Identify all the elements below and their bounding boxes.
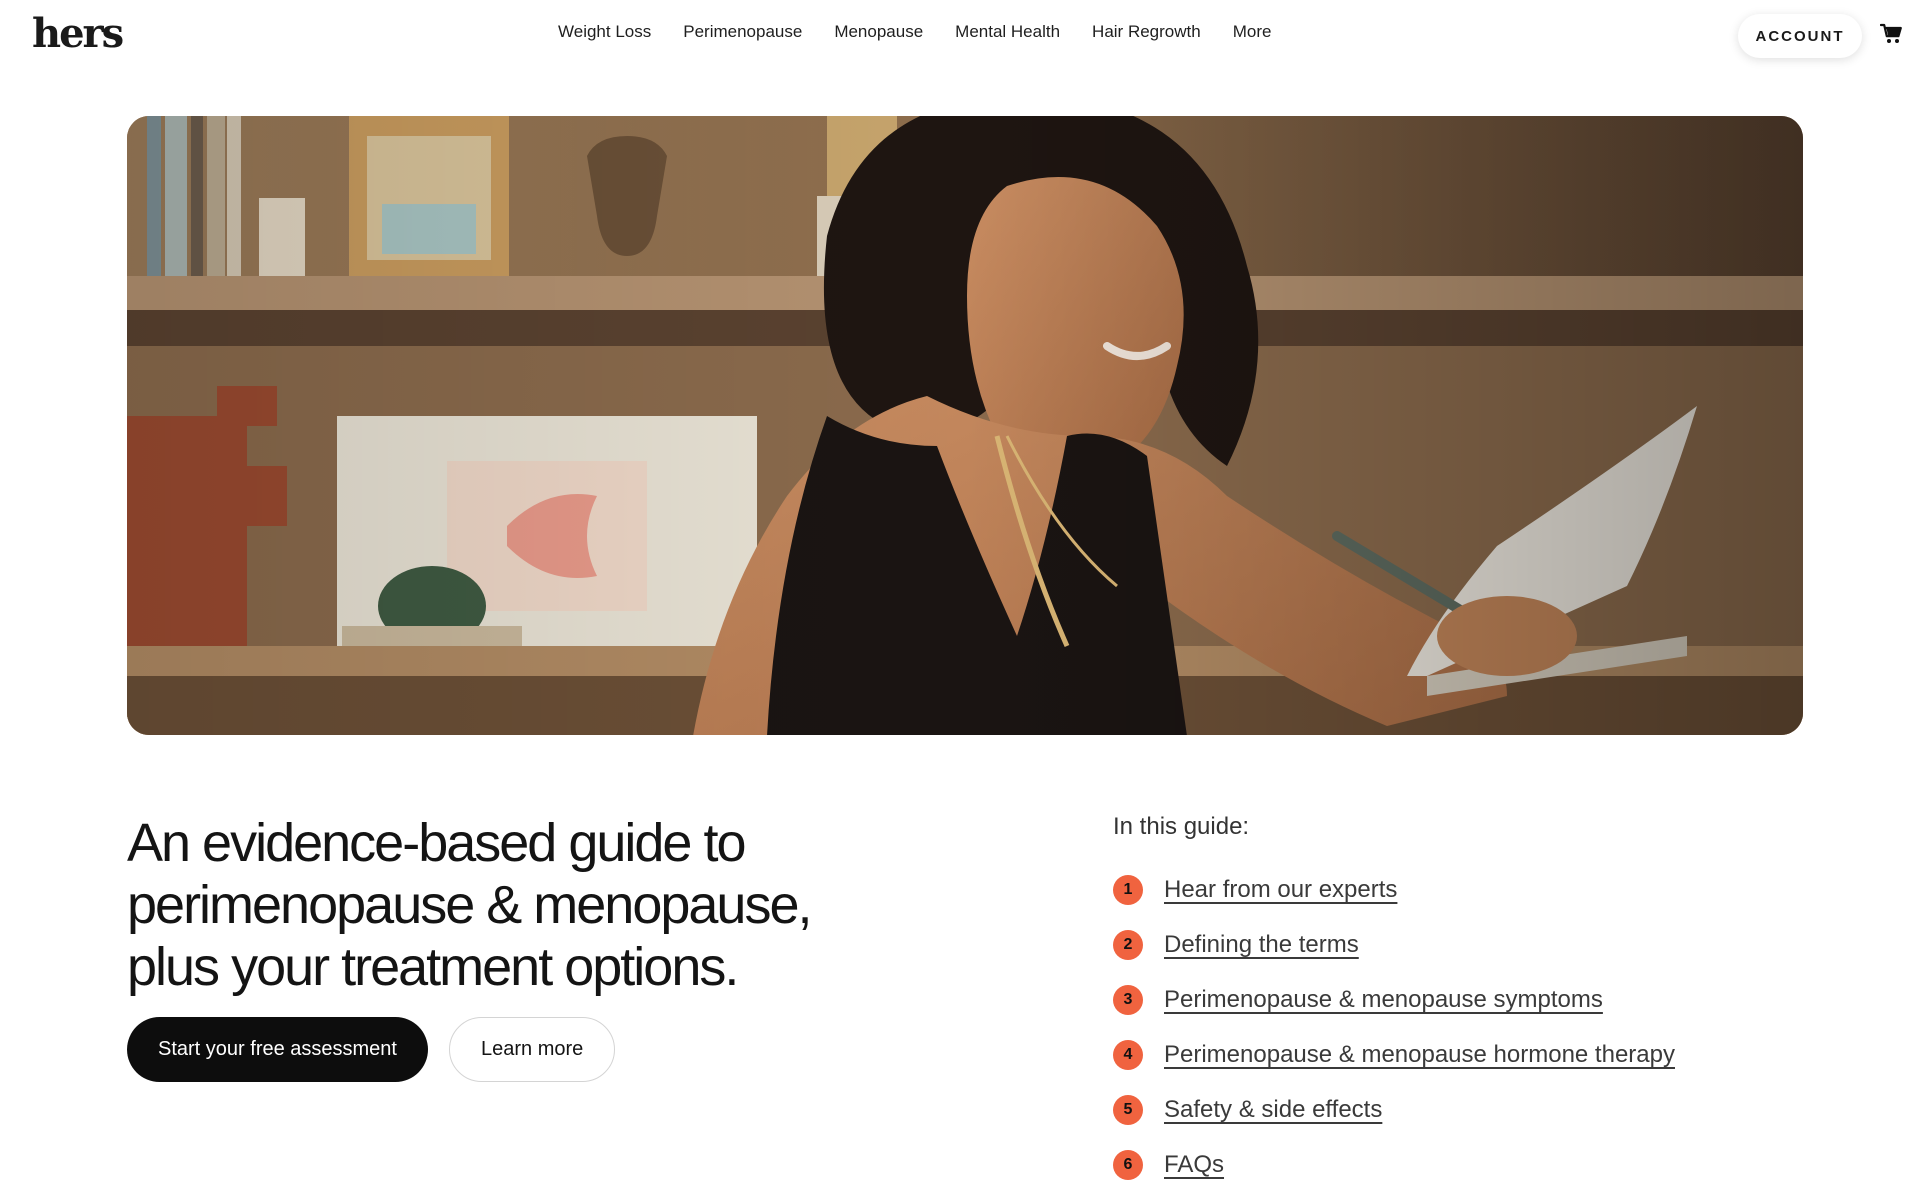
guide-number-badge: 6 (1113, 1149, 1143, 1180)
guide-item: 1 Hear from our experts (1113, 862, 1833, 917)
guide-link-hormone-therapy[interactable]: Perimenopause & menopause hormone therap… (1164, 1041, 1675, 1069)
brand-logo[interactable]: hers (32, 6, 124, 62)
main-nav: Weight Loss Perimenopause Menopause Ment… (558, 22, 1271, 42)
guide-title: In this guide: (1113, 813, 1250, 840)
guide-item: 6 FAQs (1113, 1137, 1833, 1192)
cta-group: Start your free assessment Learn more (127, 1017, 616, 1082)
guide-item: 5 Safety & side effects (1113, 1082, 1833, 1137)
nav-item-menopause[interactable]: Menopause (834, 22, 923, 42)
site-header: hers Weight Loss Perimenopause Menopause… (0, 0, 1920, 70)
start-assessment-button[interactable]: Start your free assessment (127, 1017, 428, 1082)
guide-link-experts[interactable]: Hear from our experts (1164, 876, 1397, 904)
guide-link-faqs[interactable]: FAQs (1164, 1151, 1224, 1179)
guide-number-badge: 2 (1113, 929, 1143, 960)
nav-item-weight-loss[interactable]: Weight Loss (558, 22, 651, 42)
page-headline: An evidence-based guide to perimenopause… (127, 813, 813, 997)
nav-item-hair-regrowth[interactable]: Hair Regrowth (1092, 22, 1201, 42)
guide-number-badge: 4 (1113, 1039, 1143, 1070)
guide-number-badge: 5 (1113, 1094, 1143, 1125)
guide-link-terms[interactable]: Defining the terms (1164, 931, 1359, 959)
account-button[interactable]: ACCOUNT (1738, 14, 1862, 58)
guide-number-badge: 1 (1113, 874, 1143, 905)
guide-item: 4 Perimenopause & menopause hormone ther… (1113, 1027, 1833, 1082)
guide-number-badge: 3 (1113, 984, 1143, 1015)
hero-image (127, 116, 1803, 735)
learn-more-button[interactable]: Learn more (448, 1017, 616, 1082)
nav-item-more[interactable]: More (1233, 22, 1272, 42)
guide-item: 2 Defining the terms (1113, 917, 1833, 972)
guide-item: 3 Perimenopause & menopause symptoms (1113, 972, 1833, 1027)
guide-link-safety[interactable]: Safety & side effects (1164, 1096, 1382, 1124)
guide-list: 1 Hear from our experts 2 Defining the t… (1113, 862, 1833, 1192)
nav-item-mental-health[interactable]: Mental Health (955, 22, 1060, 42)
shopping-cart-icon[interactable] (1879, 22, 1904, 46)
guide-link-symptoms[interactable]: Perimenopause & menopause symptoms (1164, 986, 1603, 1014)
guide-toc: In this guide: 1 Hear from our experts 2… (1113, 812, 1833, 1192)
nav-item-perimenopause[interactable]: Perimenopause (683, 22, 802, 42)
